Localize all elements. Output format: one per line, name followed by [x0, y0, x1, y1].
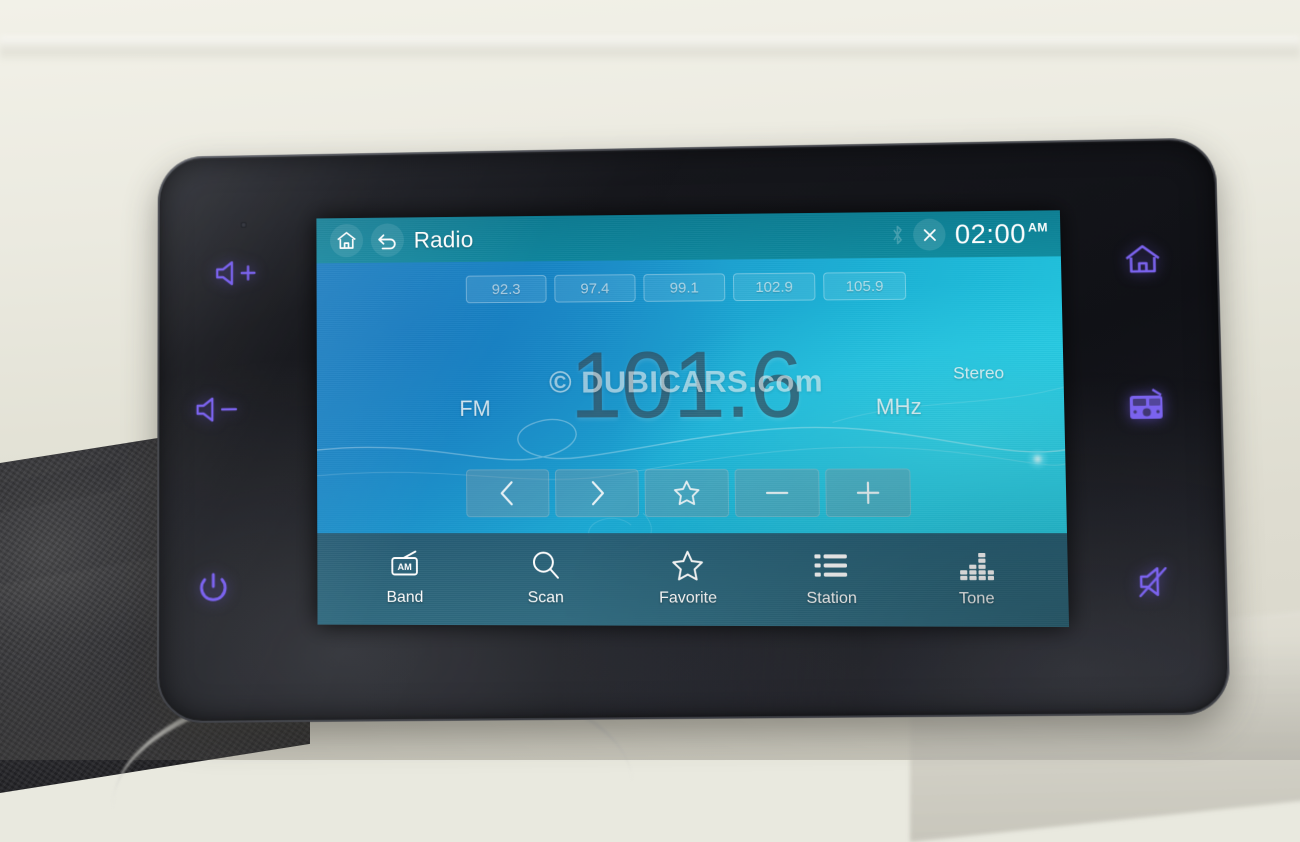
watermark: © DUBICARS.com — [548, 362, 824, 400]
tune-up-button[interactable] — [825, 468, 912, 518]
nav-label-tone: Tone — [958, 589, 995, 607]
star-icon — [672, 478, 702, 508]
radio-button[interactable] — [1118, 380, 1176, 427]
head-unit-bezel: Radio 02:00 AM 92.3 97.4 99.1 102.9 105.… — [156, 137, 1231, 724]
next-station-button[interactable] — [555, 469, 640, 518]
close-button[interactable] — [913, 218, 947, 251]
page-title: Radio — [413, 226, 474, 253]
bottom-navigation-bar: AM Band Scan Favorite Station Tone — [317, 533, 1070, 628]
power-button[interactable] — [189, 562, 238, 612]
header-home-button[interactable] — [329, 223, 364, 258]
nav-label-favorite: Favorite — [658, 588, 718, 607]
bluetooth-icon — [891, 224, 905, 246]
chevron-left-icon — [495, 478, 521, 508]
nav-item-band[interactable]: AM Band — [358, 548, 453, 607]
chevron-right-icon — [584, 478, 610, 508]
touchscreen-display[interactable]: Radio 02:00 AM 92.3 97.4 99.1 102.9 105.… — [316, 210, 1070, 628]
home-icon — [336, 231, 357, 251]
preset-button-4[interactable]: 102.9 — [732, 272, 816, 302]
nav-label-station: Station — [806, 589, 858, 607]
volume-up-button[interactable] — [208, 253, 267, 293]
light-sensor — [240, 221, 247, 228]
favorite-button[interactable] — [644, 468, 730, 518]
header-right-group: 02:00 AM — [891, 217, 1049, 251]
dashboard-seam — [0, 36, 1300, 62]
clock: 02:00 AM — [955, 218, 1049, 250]
clock-meridiem: AM — [1027, 219, 1049, 235]
star-icon — [670, 548, 705, 582]
am-radio-icon: AM — [387, 548, 423, 582]
clock-time: 02:00 — [954, 218, 1027, 249]
stereo-indicator: Stereo — [952, 363, 1005, 383]
plus-icon — [852, 478, 885, 508]
mute-button[interactable] — [1128, 558, 1184, 605]
frequency-display-area: Stereo FM 101.6 MHz © DUBICARS.com — [317, 299, 1066, 470]
preset-button-1[interactable]: 92.3 — [465, 274, 547, 304]
svg-text:AM: AM — [398, 561, 413, 571]
nav-item-favorite[interactable]: Favorite — [639, 548, 736, 608]
header-back-button[interactable] — [370, 223, 405, 257]
list-icon — [814, 548, 849, 582]
nav-item-scan[interactable]: Scan — [498, 548, 594, 607]
tuner-controls — [317, 468, 1067, 518]
equalizer-icon — [957, 548, 995, 583]
preset-button-3[interactable]: 99.1 — [643, 273, 726, 302]
nav-item-tone[interactable]: Tone — [927, 548, 1026, 608]
volume-down-button[interactable] — [189, 389, 250, 429]
band-label: FM — [459, 395, 491, 421]
home-button[interactable] — [1115, 238, 1171, 281]
frequency-unit: MHz — [875, 393, 922, 419]
app-header-bar: Radio 02:00 AM — [316, 210, 1061, 264]
preset-button-2[interactable]: 97.4 — [554, 274, 636, 303]
previous-station-button[interactable] — [466, 469, 550, 518]
preset-button-5[interactable]: 105.9 — [823, 271, 907, 301]
nav-label-scan: Scan — [527, 588, 564, 606]
back-arrow-icon — [377, 230, 399, 250]
minus-icon — [761, 478, 794, 508]
nav-label-band: Band — [386, 588, 424, 606]
tune-down-button[interactable] — [734, 468, 820, 518]
close-icon — [921, 226, 939, 243]
radio-app-screen: Radio 02:00 AM 92.3 97.4 99.1 102.9 105.… — [316, 210, 1070, 628]
nav-item-station[interactable]: Station — [782, 548, 880, 608]
search-icon — [529, 548, 561, 582]
